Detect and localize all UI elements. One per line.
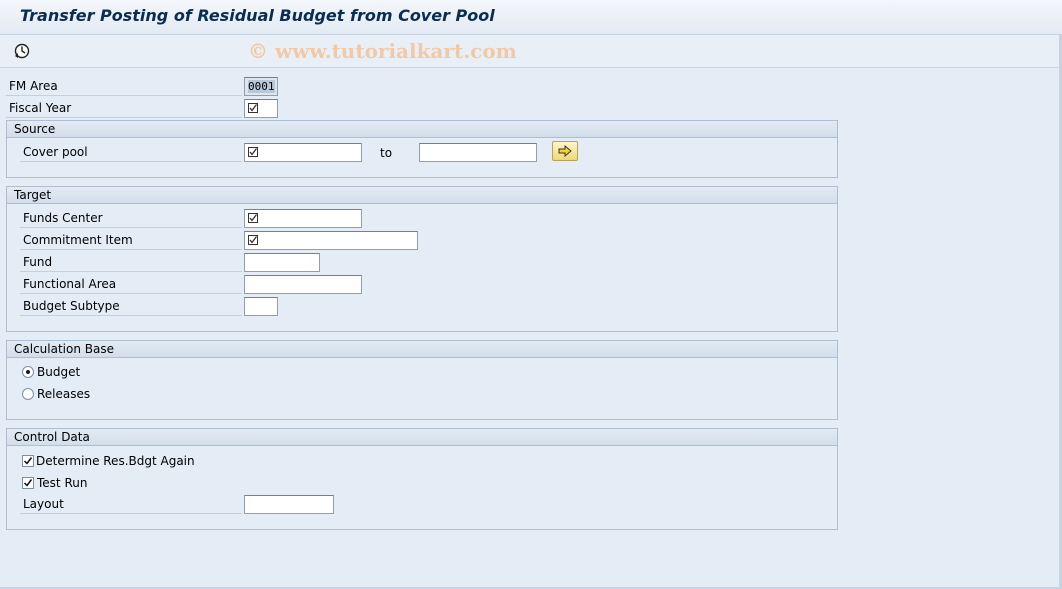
cover-pool-to-label: to [380, 146, 393, 160]
required-field-icon [248, 235, 258, 245]
functional-area-label: Functional Area [20, 274, 242, 294]
checkmark-icon [23, 479, 33, 487]
funds-center-input[interactable] [244, 209, 362, 228]
source-group-title: Source [7, 121, 837, 138]
commitment-item-label: Commitment Item [20, 230, 242, 250]
fm-area-label-text: FM Area [9, 79, 58, 93]
checkmark-icon [23, 457, 33, 465]
multiple-selection-button[interactable] [552, 141, 578, 161]
required-field-icon [248, 147, 258, 157]
application-toolbar: © www.tutorialkart.com [0, 35, 1062, 68]
target-group-title: Target [7, 187, 837, 204]
test-run-checkbox[interactable] [22, 477, 34, 489]
cover-pool-label: Cover pool [20, 142, 242, 162]
fiscal-year-label: Fiscal Year [6, 98, 242, 118]
determine-res-bdgt-again-label: Determine Res.Bdgt Again [36, 454, 195, 468]
layout-input[interactable] [244, 495, 334, 514]
fund-input[interactable] [244, 253, 320, 272]
title-bar: Transfer Posting of Residual Budget from… [0, 0, 1062, 35]
execute-button[interactable] [12, 41, 32, 61]
fund-label: Fund [20, 252, 242, 272]
watermark-text: © www.tutorialkart.com [248, 39, 517, 63]
control-data-group-title: Control Data [7, 429, 837, 446]
layout-label-text: Layout [23, 497, 64, 511]
calculation-base-group-title: Calculation Base [7, 341, 837, 358]
budget-subtype-label-text: Budget Subtype [23, 299, 120, 313]
cover-pool-to-input[interactable] [419, 143, 537, 162]
determine-res-bdgt-again-checkbox[interactable] [22, 455, 34, 467]
page-title: Transfer Posting of Residual Budget from… [20, 6, 495, 25]
functional-area-label-text: Functional Area [23, 277, 117, 291]
releases-radio[interactable] [22, 388, 34, 400]
fm-area-value: 0001 [248, 80, 275, 93]
layout-label: Layout [20, 494, 242, 514]
functional-area-input[interactable] [244, 275, 362, 294]
cover-pool-from-input[interactable] [244, 143, 362, 162]
fiscal-year-input[interactable] [244, 99, 278, 118]
releases-radio-label: Releases [37, 387, 91, 401]
budget-radio[interactable] [22, 366, 34, 378]
required-field-icon [248, 213, 258, 223]
fm-area-label: FM Area [6, 76, 242, 96]
cover-pool-label-text: Cover pool [23, 145, 88, 159]
execute-clock-icon [14, 43, 30, 59]
arrow-right-icon [558, 145, 572, 157]
budget-radio-label: Budget [37, 365, 81, 379]
fund-label-text: Fund [23, 255, 53, 269]
commitment-item-input[interactable] [244, 231, 418, 250]
budget-subtype-label: Budget Subtype [20, 296, 242, 316]
test-run-label: Test Run [37, 476, 88, 490]
funds-center-label: Funds Center [20, 208, 242, 228]
funds-center-label-text: Funds Center [23, 211, 103, 225]
control-data-group: Control Data [6, 428, 838, 530]
fm-area-input[interactable]: 0001 [244, 77, 278, 96]
fiscal-year-label-text: Fiscal Year [9, 101, 72, 115]
required-field-icon [248, 103, 258, 113]
commitment-item-label-text: Commitment Item [23, 233, 133, 247]
budget-subtype-input[interactable] [244, 297, 278, 316]
calculation-base-group: Calculation Base [6, 340, 838, 420]
